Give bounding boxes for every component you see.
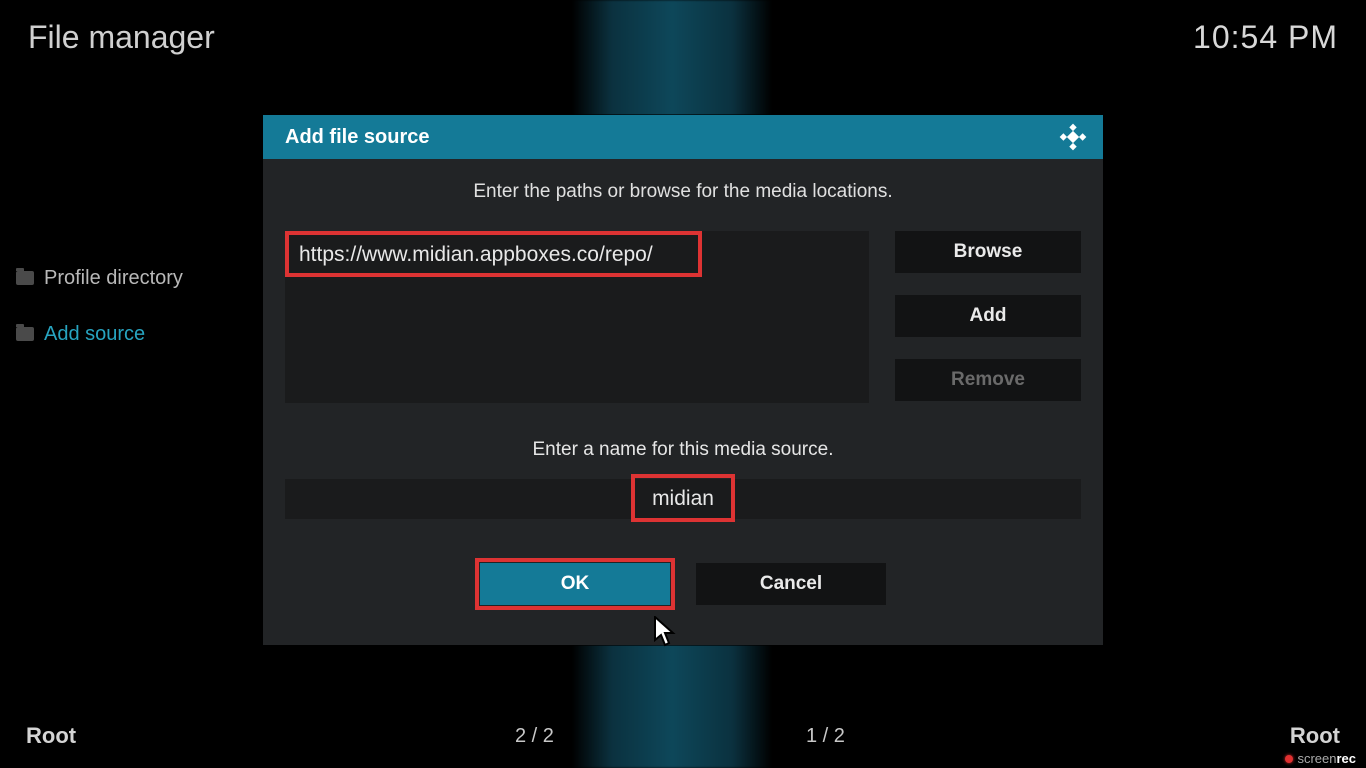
kodi-logo-icon (1059, 123, 1087, 151)
right-panel-counter: 1 / 2 (806, 725, 845, 748)
add-file-source-dialog: Add file source Enter the paths or brows… (263, 115, 1103, 645)
mouse-cursor-icon (654, 616, 680, 648)
source-name-value: midian (652, 487, 714, 511)
path-list-box[interactable]: https://www.midian.appboxes.co/repo/ (285, 231, 869, 403)
folder-icon (16, 327, 34, 341)
clock: 10:54 PM (1193, 19, 1338, 56)
left-panel-root-label: Root (26, 723, 76, 749)
screenrec-text-1: screen (1297, 751, 1336, 766)
ok-button-label: OK (561, 573, 590, 595)
left-panel-counter: 2 / 2 (515, 725, 554, 748)
sidebar-item-add-source[interactable]: Add source (16, 306, 256, 362)
path-action-buttons: Browse Add Remove (895, 231, 1081, 403)
sidebar-item-label: Profile directory (44, 267, 183, 290)
source-name-input[interactable]: midian (285, 479, 1081, 519)
name-instruction-label: Enter a name for this media source. (285, 439, 1081, 461)
browse-button[interactable]: Browse (895, 231, 1081, 273)
header-bar: File manager 10:54 PM (28, 14, 1338, 60)
record-dot-icon (1285, 755, 1293, 763)
folder-icon (16, 271, 34, 285)
ok-button[interactable]: OK (480, 563, 670, 605)
dialog-titlebar: Add file source (263, 115, 1103, 159)
right-panel-root-label: Root (1290, 723, 1340, 749)
dialog-title: Add file source (285, 126, 429, 149)
page-title: File manager (28, 19, 215, 56)
bottom-status-bar: Root 2 / 2 1 / 2 Root (0, 718, 1366, 754)
screenrec-text-2: rec (1336, 751, 1356, 766)
path-url-value[interactable]: https://www.midian.appboxes.co/repo/ (295, 241, 657, 269)
screenrec-watermark: screen rec (1283, 751, 1358, 766)
add-button[interactable]: Add (895, 295, 1081, 337)
sidebar-item-profile-directory[interactable]: Profile directory (16, 250, 256, 306)
cancel-button[interactable]: Cancel (696, 563, 886, 605)
paths-instruction-label: Enter the paths or browse for the media … (285, 181, 1081, 203)
left-file-list: Profile directory Add source (16, 250, 256, 362)
sidebar-item-label: Add source (44, 323, 145, 346)
remove-button: Remove (895, 359, 1081, 401)
